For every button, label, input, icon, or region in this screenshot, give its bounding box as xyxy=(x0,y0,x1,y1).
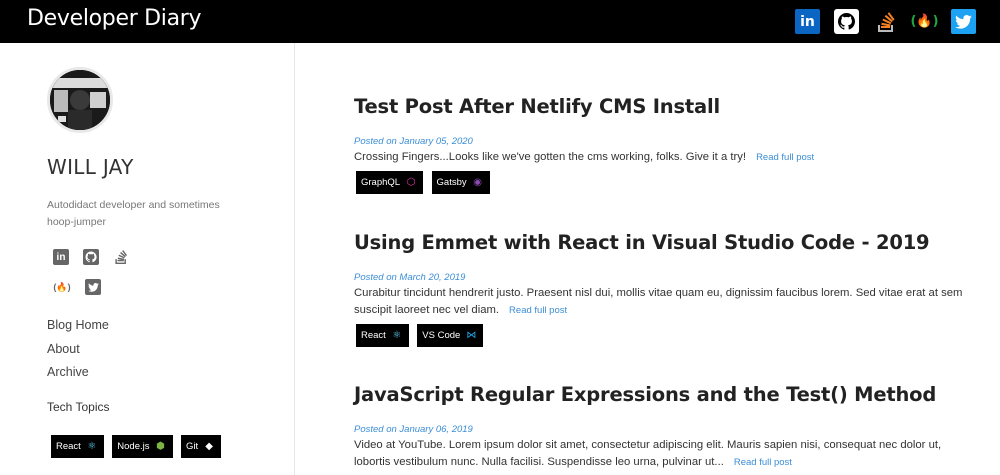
sidebar-social-row-2: (🔥) xyxy=(53,279,101,295)
sidebar-social-row-1: in xyxy=(53,249,129,265)
post-tags: GraphQL ⬡ Gatsby ◉ xyxy=(356,171,974,200)
post-title[interactable]: Test Post After Netlify CMS Install xyxy=(354,95,974,118)
post-title[interactable]: Using Emmet with React in Visual Studio … xyxy=(354,231,974,254)
freecodecamp-icon[interactable]: (🔥) xyxy=(910,9,938,34)
tag-label: React xyxy=(361,330,386,341)
header-social-links: in (🔥) xyxy=(795,9,976,34)
excerpt-text: Curabitur tincidunt hendrerit justo. Pra… xyxy=(354,287,963,316)
author-bio: Autodidact developer and sometimes hoop-… xyxy=(47,199,220,228)
stackoverflow-icon[interactable] xyxy=(113,249,129,265)
tag-react[interactable]: React ⚛ xyxy=(356,324,409,347)
tag-label: Node.js xyxy=(117,441,150,452)
post-card: JavaScript Regular Expressions and the T… xyxy=(354,383,974,471)
graphql-icon: ⬡ xyxy=(406,177,416,188)
read-full-post-link[interactable]: Read full post xyxy=(756,152,814,163)
excerpt-text: Crossing Fingers...Looks like we've gott… xyxy=(354,151,747,163)
avatar xyxy=(47,67,113,133)
excerpt-text: Video at YouTube. Lorem ipsum dolor sit … xyxy=(354,439,942,468)
post-excerpt: Video at YouTube. Lorem ipsum dolor sit … xyxy=(354,437,974,471)
post-date: Posted on January 05, 2020 xyxy=(354,136,473,147)
sidebar: WILL JAY Autodidact developer and someti… xyxy=(0,43,295,475)
read-full-post-link[interactable]: Read full post xyxy=(734,457,792,468)
react-icon: ⚛ xyxy=(392,330,402,341)
github-icon[interactable] xyxy=(83,249,99,265)
tag-label: Gatsby xyxy=(436,177,467,188)
author-name: WILL JAY xyxy=(47,155,134,179)
post-excerpt: Crossing Fingers...Looks like we've gott… xyxy=(354,149,974,166)
post-card: Test Post After Netlify CMS Install Post… xyxy=(354,95,974,200)
tech-topics-list: React ⚛ Node.js ⬢ Git ◆ xyxy=(51,435,251,464)
topic-tag-react[interactable]: React ⚛ xyxy=(51,435,104,458)
tag-label: GraphQL xyxy=(361,177,401,188)
freecodecamp-icon[interactable]: (🔥) xyxy=(53,279,71,295)
linkedin-icon[interactable]: in xyxy=(53,249,69,265)
twitter-icon[interactable] xyxy=(951,9,976,34)
post-date: Posted on March 20, 2019 xyxy=(354,272,466,283)
top-navbar: Developer Diary in (🔥) xyxy=(0,0,1000,43)
tech-topics-heading: Tech Topics xyxy=(47,400,110,414)
topic-tag-git[interactable]: Git ◆ xyxy=(180,435,222,458)
vscode-icon: ⋈ xyxy=(466,330,477,341)
sidebar-nav: Blog Home About Archive xyxy=(47,317,109,388)
nav-blog-home[interactable]: Blog Home xyxy=(47,317,109,341)
site-brand[interactable]: Developer Diary xyxy=(27,6,202,31)
tag-gatsby[interactable]: Gatsby ◉ xyxy=(431,171,490,194)
nodejs-icon: ⬢ xyxy=(156,441,165,452)
tag-label: VS Code xyxy=(422,330,461,341)
tag-graphql[interactable]: GraphQL ⬡ xyxy=(356,171,424,194)
stackoverflow-icon[interactable] xyxy=(873,9,898,34)
linkedin-icon[interactable]: in xyxy=(795,9,820,34)
react-icon: ⚛ xyxy=(87,441,97,452)
post-tags: React ⚛ VS Code ⋈ xyxy=(356,324,974,353)
tag-vscode[interactable]: VS Code ⋈ xyxy=(417,324,484,347)
read-full-post-link[interactable]: Read full post xyxy=(509,305,567,316)
github-icon[interactable] xyxy=(834,9,859,34)
post-card: Using Emmet with React in Visual Studio … xyxy=(354,231,974,353)
nav-about[interactable]: About xyxy=(47,341,109,365)
post-title[interactable]: JavaScript Regular Expressions and the T… xyxy=(354,383,974,406)
gatsby-icon: ◉ xyxy=(473,177,482,188)
git-icon: ◆ xyxy=(205,441,213,452)
topic-tag-nodejs[interactable]: Node.js ⬢ xyxy=(112,435,173,458)
post-date: Posted on January 06, 2019 xyxy=(354,424,473,435)
tag-label: Git xyxy=(185,441,199,452)
nav-archive[interactable]: Archive xyxy=(47,364,109,388)
twitter-icon[interactable] xyxy=(85,279,101,295)
post-excerpt: Curabitur tincidunt hendrerit justo. Pra… xyxy=(354,285,974,319)
tag-label: React xyxy=(56,441,81,452)
